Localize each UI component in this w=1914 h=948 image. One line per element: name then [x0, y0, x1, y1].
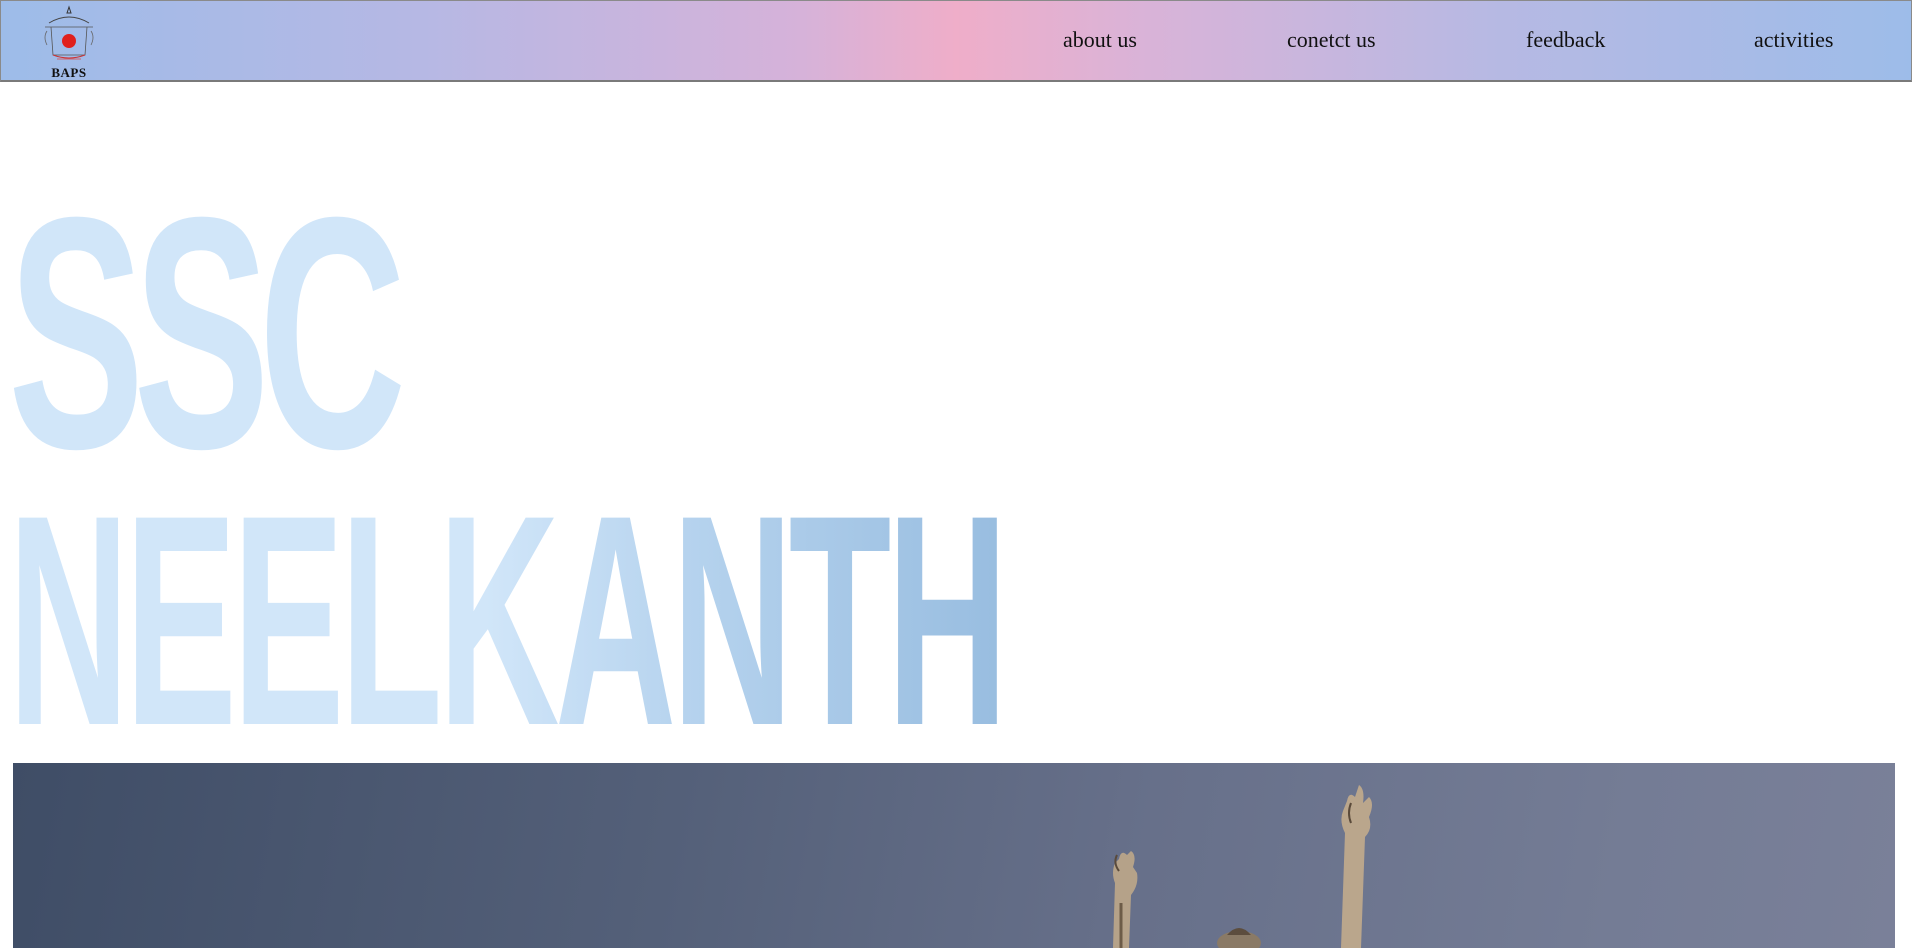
logo-text: BAPS — [51, 65, 87, 80]
nav-feedback-link[interactable]: feedback — [1526, 27, 1605, 53]
top-navbar: BAPS about us conetct us feedback activi… — [0, 0, 1912, 82]
raised-hands-statue-image — [1113, 785, 1372, 948]
nav-contact-us-link[interactable]: conetct us — [1287, 27, 1376, 53]
hero-image — [13, 763, 1895, 948]
nav-activities-link[interactable]: activities — [1754, 27, 1833, 53]
hero-title-line2: NEELKANTH — [8, 452, 1008, 788]
nav-about-us-link[interactable]: about us — [1063, 27, 1137, 53]
hero-title-line1: SSC — [8, 148, 406, 517]
baps-temple-logo-icon — [44, 5, 94, 60]
baps-logo[interactable]: BAPS — [39, 5, 99, 81]
